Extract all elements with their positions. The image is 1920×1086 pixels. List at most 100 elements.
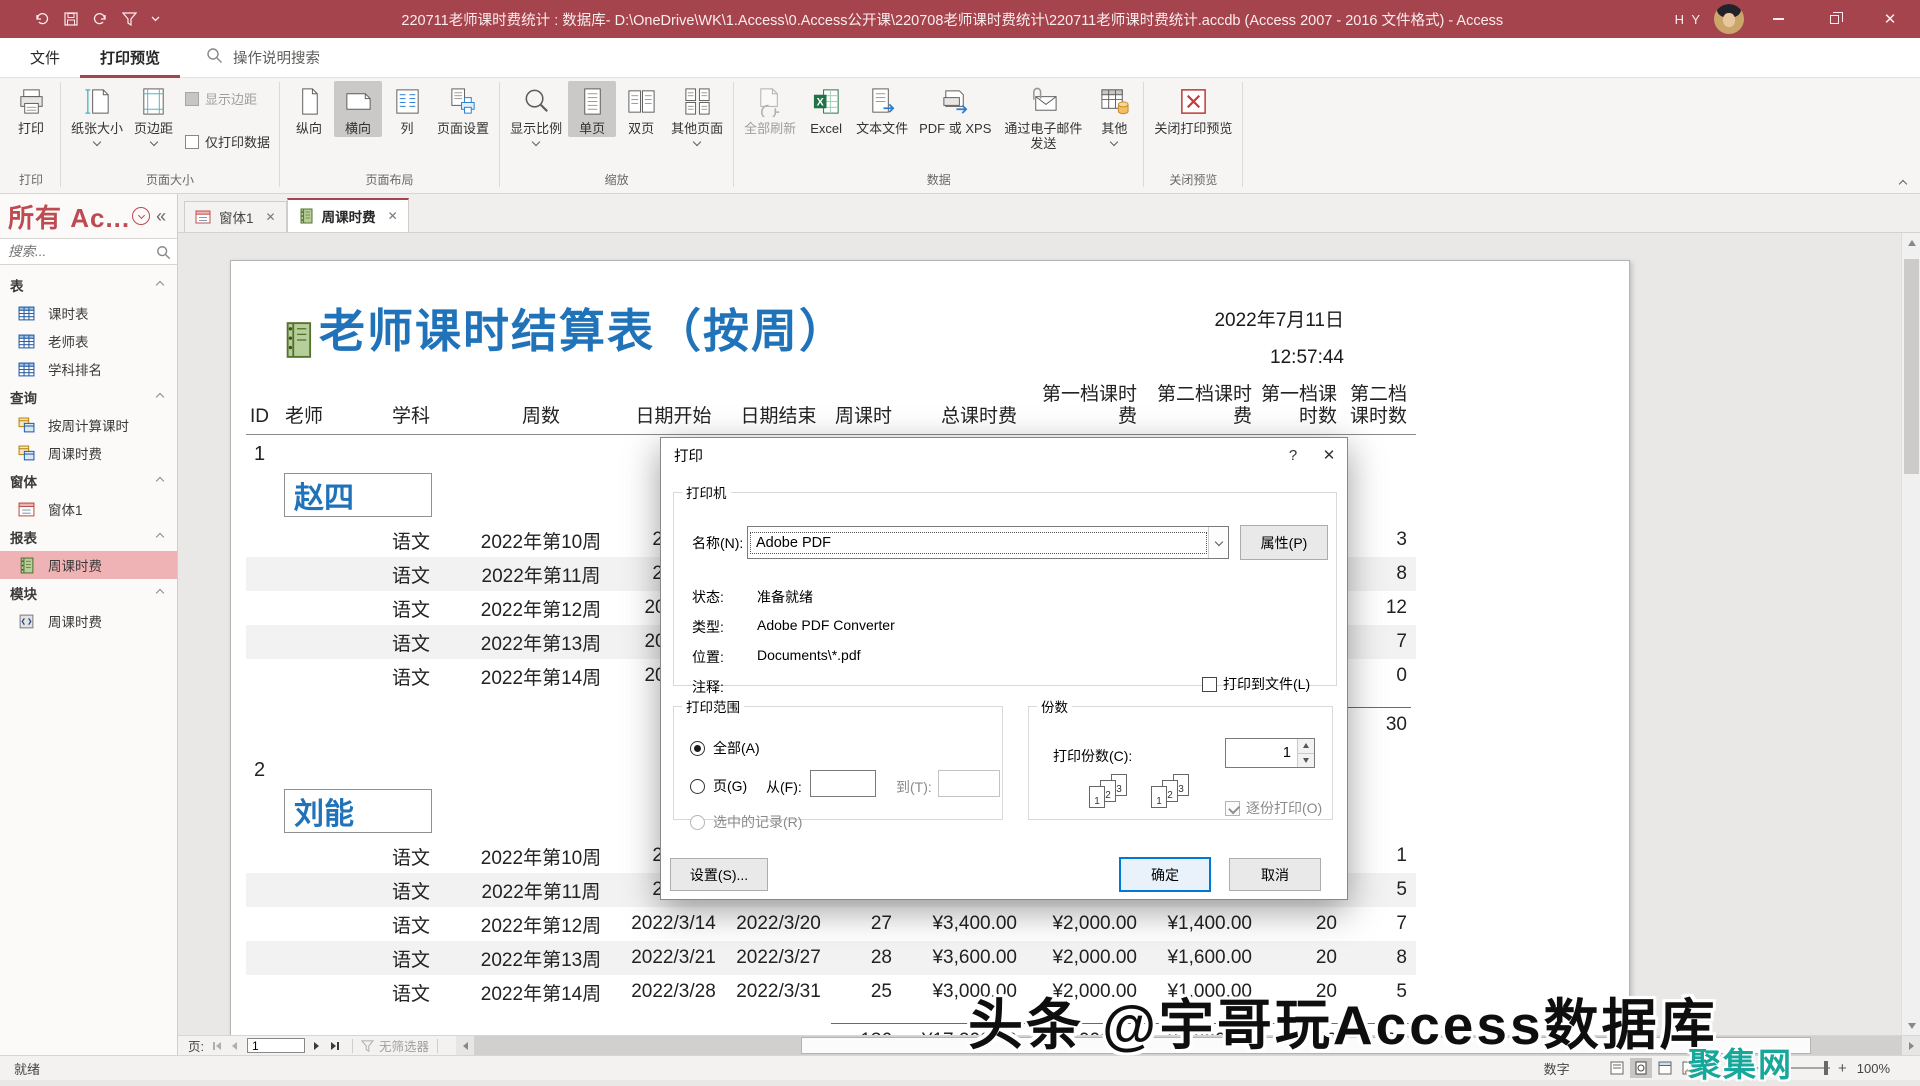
ribbon-button-其他页面[interactable]: 其他页面 [666, 81, 728, 147]
minimize-button[interactable] [1756, 0, 1800, 38]
next-page-button[interactable] [308, 1038, 326, 1054]
close-button[interactable]: ✕ [1868, 0, 1912, 38]
view-layout-icon[interactable] [1654, 1058, 1676, 1078]
nav-section-查询[interactable]: 查询 [0, 383, 177, 411]
ribbon-button-页面设置[interactable]: 页面设置 [432, 81, 494, 137]
copies-stepper[interactable]: 1 [1225, 738, 1315, 768]
to-page-input[interactable] [938, 770, 1000, 797]
spin-up-icon[interactable] [1298, 739, 1314, 753]
customize-qat-icon[interactable] [151, 16, 160, 22]
ribbon-button-页边距[interactable]: 页边距 [129, 81, 178, 147]
scroll-down-icon[interactable] [1902, 1016, 1920, 1035]
nav-search-input[interactable] [0, 239, 177, 264]
nav-section-报表[interactable]: 报表 [0, 523, 177, 551]
first-page-button[interactable] [208, 1038, 226, 1054]
doc-tab-form1[interactable]: 窗体1 ✕ [184, 201, 287, 232]
close-tab-icon[interactable]: ✕ [388, 209, 398, 223]
nav-section-窗体[interactable]: 窗体 [0, 467, 177, 495]
view-report-icon[interactable] [1606, 1058, 1628, 1078]
ribbon-button-label: 通过电子邮件发送 [1004, 121, 1083, 152]
nav-item-老师表[interactable]: 老师表 [0, 327, 177, 355]
nav-item-周课时费[interactable]: 周课时费 [0, 439, 177, 467]
range-pages-radio[interactable]: 页(G) [690, 776, 747, 796]
ribbon-button-Excel[interactable]: X Excel [802, 81, 850, 137]
properties-button[interactable]: 属性(P) [1240, 525, 1328, 560]
previous-page-button[interactable] [226, 1038, 244, 1054]
printer-name-combobox[interactable]: Adobe PDF [747, 526, 1229, 559]
nav-item-按周计算课时[interactable]: 按周计算课时 [0, 411, 177, 439]
nav-item-学科排名[interactable]: 学科排名 [0, 355, 177, 383]
margins-icon [137, 84, 171, 118]
range-selected-radio[interactable]: 选中的记录(R) [690, 812, 802, 832]
nav-menu-icon[interactable] [132, 207, 151, 225]
last-page-button[interactable] [326, 1038, 344, 1054]
column-header: 老师 [285, 406, 324, 428]
spin-down-icon[interactable] [1298, 752, 1314, 767]
restore-button[interactable] [1812, 0, 1856, 38]
ribbon-button-显示比例[interactable]: 显示比例 [505, 81, 567, 147]
dialog-close-button[interactable]: ✕ [1311, 438, 1347, 472]
ribbon-button-文本文件[interactable]: 文本文件 [851, 81, 913, 137]
ribbon-group-缩放: 显示比例 单页 双页 其他页面 缩放 [502, 78, 731, 193]
save-icon[interactable] [64, 12, 78, 26]
zoom-thumb[interactable] [1823, 1061, 1828, 1075]
ribbon-button-通过电子邮件发送[interactable]: 通过电子邮件发送 [997, 81, 1089, 153]
zoom-in-icon[interactable]: + [1838, 1060, 1847, 1077]
avatar[interactable] [1714, 4, 1744, 34]
tell-me-search[interactable]: 操作说明搜索 [206, 47, 320, 68]
chevron-down-icon[interactable] [1208, 527, 1228, 558]
printer-name-value: Adobe PDF [750, 531, 1207, 554]
scroll-left-icon[interactable] [456, 1036, 474, 1055]
range-all-radio[interactable]: 全部(A) [690, 738, 760, 758]
close-tab-icon[interactable]: ✕ [266, 210, 276, 224]
vertical-scrollbar[interactable] [1901, 233, 1920, 1035]
ribbon-button-其他[interactable]: 其他 [1090, 81, 1138, 147]
print-dialog[interactable]: 打印 ? ✕ 打印机 名称(N): Adobe PDF 属性(P) 状态: 准备… [660, 437, 1348, 900]
tab-file[interactable]: 文件 [10, 38, 80, 78]
nav-item-周课时费[interactable]: 周课时费 [0, 551, 177, 579]
nav-section-表[interactable]: 表 [0, 271, 177, 299]
ribbon-button-打印[interactable]: 打印 [7, 81, 55, 137]
doc-tab-weekly-fee[interactable]: 周课时费 ✕ [286, 198, 409, 232]
collate-checkbox[interactable]: 逐份打印(O) [1225, 798, 1322, 818]
nav-item-label: 学科排名 [48, 363, 102, 378]
nav-section-模块[interactable]: 模块 [0, 579, 177, 607]
nav-item-窗体1[interactable]: 窗体1 [0, 495, 177, 523]
nav-item-周课时费[interactable]: 周课时费 [0, 607, 177, 635]
column-header: ID [250, 406, 269, 428]
scroll-right-icon[interactable] [1902, 1036, 1920, 1055]
ribbon-button-PDF 或 XPS[interactable]: PDF 或 XPS [914, 81, 996, 137]
ribbon-button-横向[interactable]: 横向 [334, 81, 383, 138]
current-page-input[interactable] [246, 1038, 305, 1053]
print-to-file-checkbox[interactable]: 打印到文件(L) [1202, 674, 1310, 694]
no-filter-button[interactable]: 无筛选器 [360, 1036, 429, 1055]
from-page-input[interactable] [810, 770, 876, 797]
filter-icon[interactable] [122, 12, 137, 26]
ribbon-button-双页[interactable]: 双页 [617, 81, 665, 137]
checkbox-仅打印数据[interactable]: 仅打印数据 [185, 132, 270, 151]
collapse-ribbon-icon[interactable] [1898, 179, 1908, 189]
view-print-preview-icon[interactable] [1629, 1058, 1652, 1078]
dialog-help-button[interactable]: ? [1275, 438, 1311, 472]
user-initials[interactable]: H Y [1675, 12, 1702, 27]
ribbon-button-关闭打印预览[interactable]: 关闭打印预览 [1149, 81, 1237, 137]
nav-search-box[interactable] [0, 238, 177, 265]
setup-button[interactable]: 设置(S)... [670, 858, 768, 891]
ribbon-button-纸张大小[interactable]: 纸张大小 [66, 81, 128, 147]
print-dialog-titlebar[interactable]: 打印 ? ✕ [661, 438, 1347, 472]
ok-button[interactable]: 确定 [1119, 857, 1211, 892]
redo-icon[interactable] [92, 12, 108, 26]
vertical-scroll-thumb[interactable] [1904, 259, 1919, 474]
ribbon-button-纵向[interactable]: 纵向 [285, 81, 333, 137]
shutter-bar-icon[interactable]: « [156, 206, 166, 227]
tab-print-preview[interactable]: 打印预览 [80, 38, 181, 78]
nav-pane-header[interactable]: 所有 Ac... « [0, 194, 177, 238]
cell: 语文 [391, 531, 430, 553]
ribbon: 打印 打印 纸张大小 页边距 显示边距 仅打印数据 页面大小 纵向 横向列页面设置 页面布局 显示比… [0, 78, 1920, 194]
nav-item-课时表[interactable]: 课时表 [0, 299, 177, 327]
scroll-up-icon[interactable] [1902, 233, 1920, 252]
cancel-button[interactable]: 取消 [1229, 858, 1321, 891]
undo-icon[interactable] [34, 12, 50, 26]
ribbon-button-单页[interactable]: 单页 [568, 81, 617, 138]
ribbon-button-列[interactable]: 列 [383, 81, 431, 137]
